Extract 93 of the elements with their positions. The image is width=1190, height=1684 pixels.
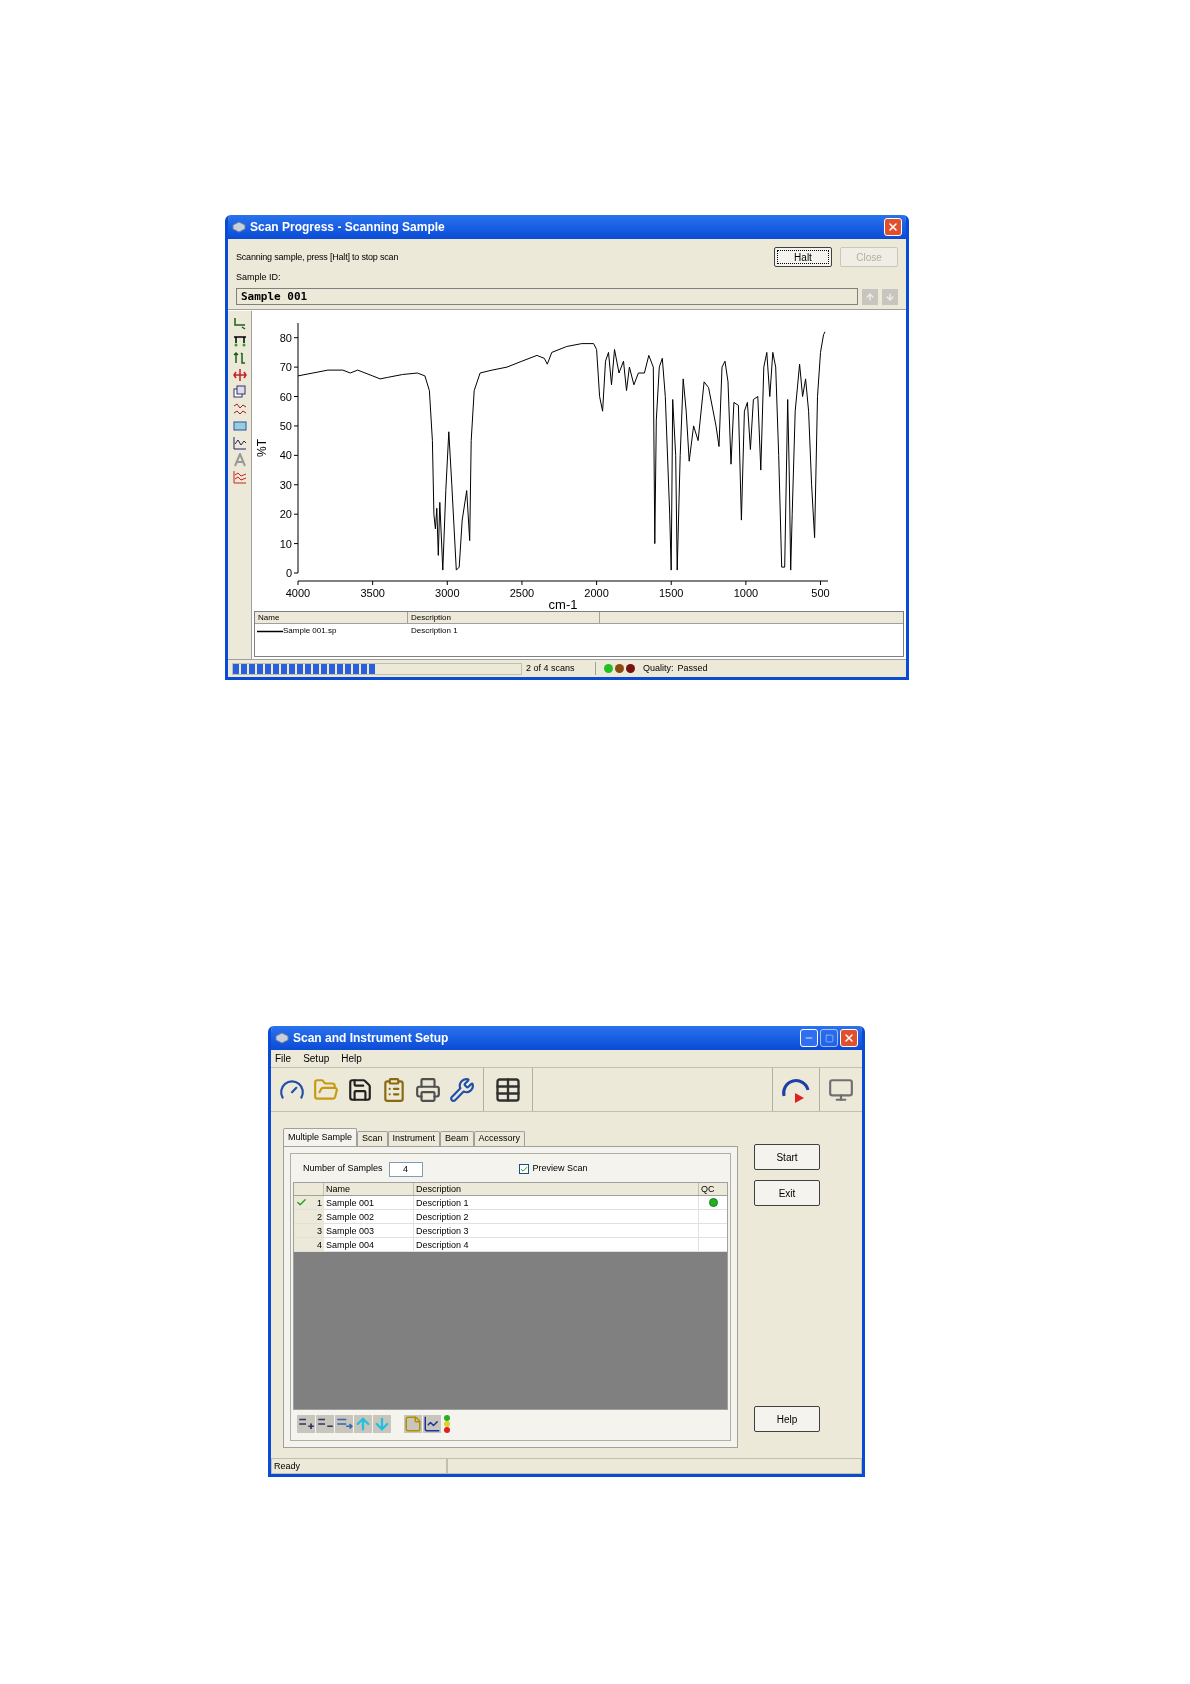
dialog-button[interactable]: Exit [754, 1180, 820, 1206]
y-axis-label: %T [255, 439, 269, 457]
table-row[interactable]: 4 Sample 004 Description 4 [294, 1238, 727, 1252]
traffic-light-icon[interactable] [442, 1414, 452, 1434]
y-tick-label: 80 [279, 331, 292, 344]
save-icon[interactable] [347, 1076, 373, 1103]
row-number: 3 [317, 1224, 322, 1238]
chart-icon[interactable] [423, 1415, 441, 1433]
x-tick-label: 500 [811, 587, 830, 599]
x-tick-label: 2500 [509, 587, 535, 599]
x-tick-label: 1500 [659, 587, 684, 599]
column-header: Description [414, 1183, 699, 1195]
table-cell: Description 4 [414, 1238, 699, 1251]
row-number: 4 [317, 1238, 322, 1252]
column-header: Name [255, 612, 408, 623]
window-title: Scan Progress - Scanning Sample [250, 219, 446, 236]
tools-icon[interactable] [449, 1076, 475, 1103]
menu-item[interactable]: Help [341, 1051, 362, 1066]
line-swatch-icon [257, 629, 283, 633]
tab[interactable]: Instrument [387, 1131, 441, 1146]
app-icon [232, 221, 246, 233]
x-tick-label: 3500 [360, 587, 385, 599]
row-number: 2 [317, 1210, 322, 1224]
column-header: Description [408, 612, 600, 623]
add-row-icon[interactable] [297, 1415, 315, 1433]
dialog-button[interactable]: Start [754, 1144, 820, 1170]
tab[interactable]: Scan [357, 1131, 388, 1146]
copy-icon[interactable] [232, 385, 247, 399]
number-of-samples-label: Number of Samples [303, 1162, 383, 1176]
table-cell: Description 1 [414, 1196, 699, 1209]
x-tick-label: 2000 [584, 587, 609, 599]
quality-label: Quality: [643, 661, 674, 675]
window-title: Scan and Instrument Setup [293, 1030, 450, 1047]
range-icon[interactable] [232, 334, 247, 348]
sample-id-label: Sample ID: [236, 270, 282, 284]
maximize-icon [824, 1033, 834, 1043]
column-header: QC [700, 1183, 716, 1195]
y-tick-label: 70 [279, 361, 292, 374]
insert-row-icon[interactable] [335, 1415, 353, 1433]
cursor-icon[interactable] [232, 368, 247, 382]
minimize-button[interactable] [800, 1029, 818, 1047]
y-tick-label: 10 [279, 537, 292, 550]
table-cell: Sample 001.sp [283, 625, 337, 637]
remove-row-icon[interactable] [316, 1415, 334, 1433]
scan-count: 2 of 4 scans [526, 661, 596, 676]
menu-item[interactable]: File [275, 1051, 292, 1066]
table-cell: Sample 004 [324, 1238, 414, 1251]
close-icon [843, 1032, 855, 1044]
y-tick-label: 60 [279, 390, 292, 403]
table-cell: Sample 002 [324, 1210, 414, 1223]
dialog-button[interactable]: Help [754, 1406, 820, 1432]
close-button[interactable] [884, 218, 902, 236]
menu-item[interactable]: Setup [303, 1051, 330, 1066]
x-tick-label: 1000 [733, 587, 759, 599]
y-tick-label: 20 [279, 508, 292, 521]
number-of-samples-field[interactable]: 4 [388, 1161, 423, 1177]
y-tick-label: 30 [279, 478, 292, 491]
close-button[interactable] [840, 1029, 858, 1047]
x-tick-label: 3000 [435, 587, 460, 599]
status-message: Scanning sample, press [Halt] to stop scan [236, 251, 399, 264]
y-tick-label: 40 [279, 449, 292, 462]
tab[interactable]: Beam [440, 1131, 474, 1146]
tab[interactable]: Accessory [473, 1131, 526, 1146]
quality-value: Passed [677, 661, 708, 675]
close-icon [887, 221, 899, 233]
maximize-button[interactable] [820, 1029, 838, 1047]
table-cell-text: Description 1 [410, 625, 459, 637]
table-row[interactable]: 3 Sample 003 Description 3 [294, 1224, 727, 1238]
table-cell: Description 3 [414, 1224, 699, 1237]
row-number: 1 [317, 1196, 322, 1210]
status-text: Ready [271, 1458, 447, 1474]
app-icon [275, 1032, 289, 1044]
printer-icon[interactable] [415, 1076, 441, 1103]
sample-id-field[interactable]: Sample 001 [236, 288, 858, 305]
arrow-up-icon [865, 291, 875, 302]
tab[interactable]: Multiple Sample [283, 1128, 358, 1146]
axis-icon[interactable] [232, 317, 247, 331]
table-cell: Sample 001 [324, 1196, 414, 1209]
table-icon[interactable] [494, 1075, 522, 1104]
table-row[interactable]: 1 Sample 001 Description 1 [294, 1196, 727, 1210]
x-tick-label: 4000 [285, 587, 311, 599]
table-cell: Description 2 [414, 1210, 699, 1223]
column-header: Name [324, 1183, 414, 1195]
arrow-down-icon [885, 291, 895, 302]
clipboard-icon[interactable] [381, 1076, 407, 1103]
preview-scan-label: Preview Scan [532, 1162, 588, 1176]
table-cell: Sample 003 [324, 1224, 414, 1237]
table-row[interactable]: 2 Sample 002 Description 2 [294, 1210, 727, 1224]
y-tick-label: 0 [285, 567, 292, 579]
preview-scan-checkbox[interactable] [518, 1164, 529, 1174]
x-axis-label: cm-1 [548, 597, 578, 611]
y-tick-label: 50 [279, 419, 292, 432]
dialog-button[interactable]: Halt [774, 247, 832, 267]
